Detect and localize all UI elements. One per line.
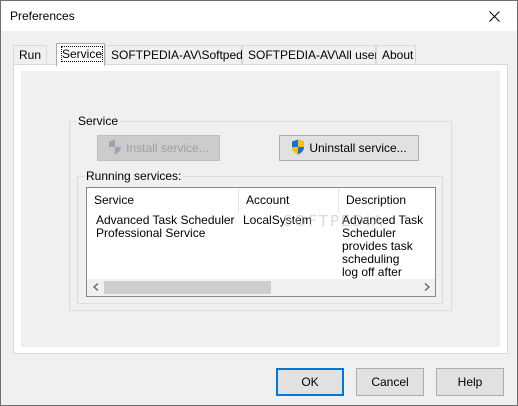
tab-label: Run (19, 48, 42, 62)
cancel-button[interactable]: Cancel (356, 368, 424, 396)
scroll-left-button[interactable] (87, 279, 104, 296)
horizontal-scrollbar[interactable] (87, 279, 435, 296)
column-header-account[interactable]: Account (239, 188, 339, 213)
tab-run[interactable]: Run (13, 45, 47, 65)
tab-softpedia-av-all-users[interactable]: SOFTPEDIA-AV\All users (242, 45, 384, 65)
scroll-right-icon (424, 282, 430, 293)
ok-button[interactable]: OK (276, 368, 344, 396)
tab-service[interactable]: Service (56, 43, 105, 66)
scrollbar-thumb[interactable] (104, 281, 271, 294)
scroll-right-button[interactable] (418, 279, 435, 296)
softpedia-watermark: SOFTPEDIA (283, 212, 385, 230)
column-header-service[interactable]: Service (87, 188, 239, 213)
window-title: Preferences (10, 9, 75, 23)
uac-shield-icon (291, 139, 305, 158)
list-header: Service Account Description (87, 188, 435, 213)
tab-softpedia-av-softpedia[interactable]: SOFTPEDIA-AV\Softpedia (105, 45, 252, 65)
help-button-label: Help (457, 375, 483, 389)
install-service-button[interactable]: Install service... (97, 135, 220, 161)
cancel-button-label: Cancel (371, 375, 409, 389)
cell-service: Advanced Task Scheduler Professional Ser… (96, 214, 235, 240)
service-group-label: Service (76, 114, 121, 128)
preferences-window: Preferences Run Service SOFTPEDIA-AV\Sof… (0, 0, 518, 406)
uac-shield-icon (108, 139, 122, 158)
title-bar: Preferences (1, 1, 517, 31)
column-header-description[interactable]: Description (339, 188, 435, 213)
scroll-left-icon (92, 282, 99, 293)
running-services-list[interactable]: Service Account Description Advanced Tas… (86, 187, 436, 297)
tab-label: Service (60, 46, 104, 62)
help-button[interactable]: Help (436, 368, 504, 396)
close-button[interactable] (471, 1, 517, 31)
running-services-label: Running services: (84, 169, 184, 183)
uninstall-service-label: Uninstall service... (309, 141, 407, 155)
uninstall-service-button[interactable]: Uninstall service... (279, 135, 419, 161)
close-icon (488, 10, 500, 22)
tab-about[interactable]: About (376, 45, 416, 65)
tab-label: About (382, 48, 414, 62)
tab-label: SOFTPEDIA-AV\Softpedia (111, 48, 253, 62)
ok-button-label: OK (301, 375, 319, 389)
install-service-label: Install service... (126, 141, 209, 155)
tab-label: SOFTPEDIA-AV\All users (248, 48, 385, 62)
